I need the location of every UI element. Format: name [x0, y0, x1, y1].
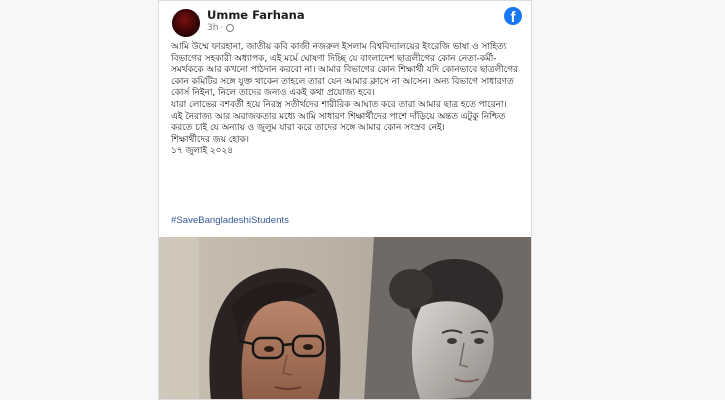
post-header: Umme Farhana 3h · f — [159, 1, 531, 39]
post-paragraph-3: এই নৈরাজ্য আর অরাজকতার মধ্যে আমি সাধারণ … — [171, 111, 506, 134]
photo-illustration — [159, 237, 531, 399]
post-paragraph-1: আমি উম্মে ফারহানা, জাতীয় কবি কাজী নজরুল… — [171, 42, 518, 99]
painted-portrait — [364, 237, 531, 399]
author-name[interactable]: Umme Farhana — [207, 8, 305, 22]
post-time[interactable]: 3h — [207, 23, 218, 33]
post-text: আমি উম্মে ফারহানা, জাতীয় কবি কাজী নজরুল… — [171, 42, 523, 158]
post-date: ১৭ জুলাই ২০২৪ — [171, 146, 233, 157]
hashtag-link[interactable]: #SaveBangladeshiStudents — [171, 215, 289, 226]
post-paragraph-2: যারা লোভের বশবর্তী হয়ে নিরস্ত্র সতীর্থদ… — [171, 99, 507, 110]
avatar[interactable] — [172, 9, 200, 37]
post-paragraph-4: শিক্ষার্থীদের জয় হোক। — [171, 134, 249, 145]
facebook-post-card: Umme Farhana 3h · f আমি উম্মে ফারহানা, জ… — [158, 0, 532, 400]
post-photo[interactable] — [159, 237, 531, 399]
globe-icon — [226, 24, 235, 32]
facebook-icon: f — [504, 7, 522, 25]
meta-separator: · — [220, 23, 224, 33]
post-meta: 3h · — [207, 23, 235, 33]
